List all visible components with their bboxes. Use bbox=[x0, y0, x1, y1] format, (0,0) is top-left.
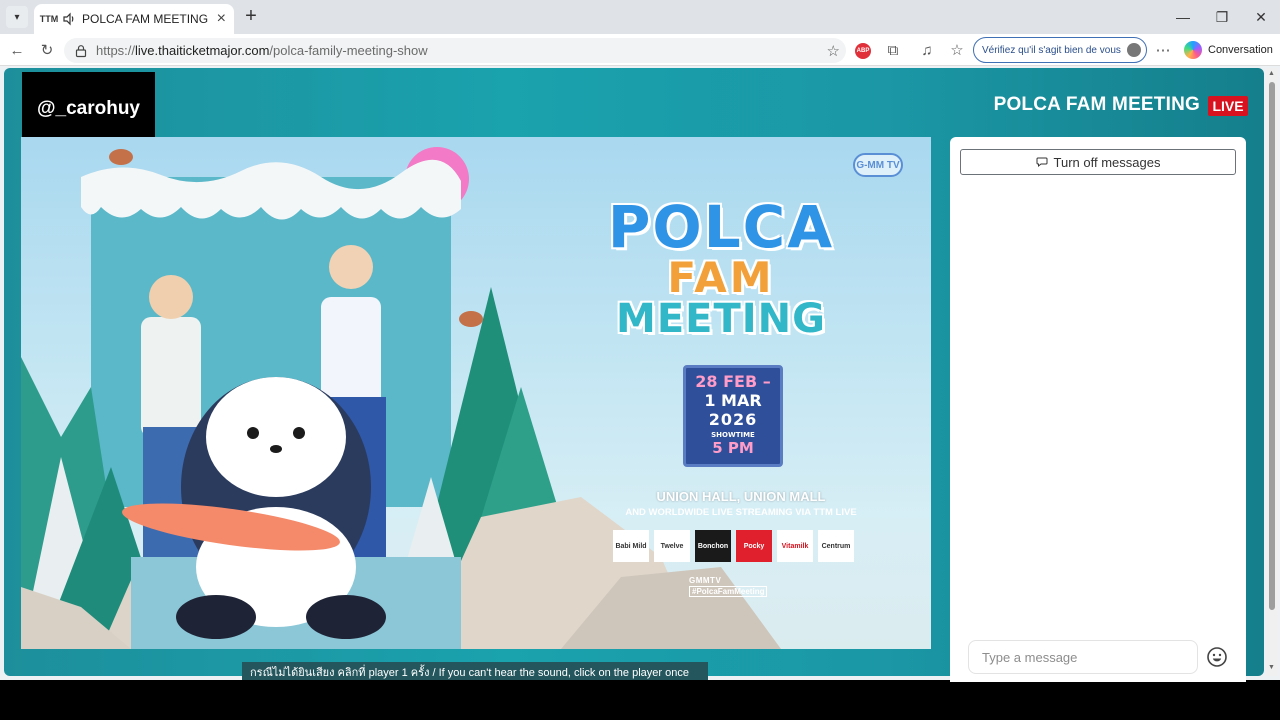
mascot-left-eye bbox=[247, 427, 259, 439]
sponsor-logos: Babi Mild Twelve Bonchon Pocky Vitamilk … bbox=[613, 530, 854, 562]
verify-label: Vérifiez qu'il s'agit bien de vous bbox=[982, 44, 1121, 56]
tab-title: POLCA FAM MEETING bbox=[82, 12, 209, 26]
bird-right bbox=[459, 311, 483, 327]
new-tab-plus-icon[interactable]: + bbox=[240, 6, 262, 28]
sound-hint-bar: กรณีไม่ได้ยินเสียง คลิกที่ player 1 ครั้… bbox=[242, 662, 708, 680]
close-window-icon[interactable]: ✕ bbox=[1242, 0, 1280, 34]
site-favicon-icon: TTM bbox=[39, 14, 59, 24]
browser-tab[interactable]: TTM POLCA FAM MEETING × bbox=[34, 4, 234, 34]
event-hashtag: #PolcaFamMeeting bbox=[689, 586, 768, 597]
browser-tab-bar: ▾ TTM POLCA FAM MEETING × + — ❐ ✕ bbox=[0, 0, 1280, 34]
scroll-down-icon[interactable]: ▼ bbox=[1268, 664, 1275, 671]
back-arrow-icon[interactable]: ← bbox=[6, 39, 28, 61]
browser-toolbar: ← ↻ https://live.thaiticketmajor.com/pol… bbox=[0, 34, 1280, 66]
date-line-3: 2026 bbox=[708, 410, 758, 429]
extensions-puzzle-icon[interactable]: ⧉ bbox=[882, 39, 904, 61]
sponsor-logo: Babi Mild bbox=[613, 530, 649, 562]
sponsor-logo: Pocky bbox=[736, 530, 772, 562]
more-options-icon[interactable]: ⋯ bbox=[1152, 39, 1174, 61]
person-right-head bbox=[329, 245, 373, 289]
url-host: live.thaiticketmajor.com bbox=[135, 43, 270, 58]
turn-off-messages-button[interactable]: Turn off messages bbox=[960, 149, 1236, 175]
user-watermark: @_carohuy bbox=[22, 72, 155, 146]
chat-panel: Turn off messages Type a message bbox=[950, 137, 1246, 682]
mascot-right-eye bbox=[293, 427, 305, 439]
sponsor-logo: Twelve bbox=[654, 530, 690, 562]
logo-line-3: MEETING bbox=[616, 296, 826, 342]
conversation-label: Conversation bbox=[1208, 44, 1273, 56]
reload-icon[interactable]: ↻ bbox=[36, 39, 58, 61]
tab-actions-chevron-icon[interactable]: ▾ bbox=[6, 6, 28, 28]
venue-text: UNION HALL, UNION MALL bbox=[656, 489, 826, 504]
profile-verify-button[interactable]: Vérifiez qu'il s'agit bien de vous bbox=[973, 37, 1147, 63]
mascot-face bbox=[206, 377, 346, 497]
emoji-icon[interactable] bbox=[1206, 646, 1228, 668]
polca-fam-meeting-logo: POLCA FAM MEETING bbox=[591, 193, 851, 342]
favorites-icon[interactable]: ☆ bbox=[946, 39, 968, 61]
showtime-value: 5 PM bbox=[712, 439, 754, 457]
live-badge: LIVE bbox=[1208, 96, 1248, 116]
url-prefix: https:// bbox=[96, 43, 136, 58]
logo-line-1: POLCA bbox=[607, 193, 835, 261]
video-player[interactable]: G-MM TV POLCA FAM MEETING 28 FEB – 1 MAR… bbox=[21, 137, 931, 649]
showtime-label: SHOWTIME bbox=[711, 431, 755, 439]
turn-off-messages-label: Turn off messages bbox=[1053, 154, 1161, 170]
person-left-jacket bbox=[141, 317, 201, 437]
page-scrollbar[interactable]: ▲ ▼ bbox=[1266, 68, 1278, 676]
scroll-up-icon[interactable]: ▲ bbox=[1268, 70, 1275, 77]
favorite-star-icon[interactable]: ☆ bbox=[827, 42, 840, 60]
mascot-left-foot bbox=[176, 595, 256, 639]
restore-window-icon[interactable]: ❐ bbox=[1203, 0, 1241, 34]
minimize-window-icon[interactable]: — bbox=[1164, 0, 1202, 34]
gmmtv-logo: G-MM TV bbox=[853, 153, 903, 177]
tab-close-icon[interactable]: × bbox=[217, 11, 226, 27]
venue-subtext: AND WORLDWIDE LIVE STREAMING VIA TTM LIV… bbox=[625, 507, 857, 518]
sponsor-logo: Vitamilk bbox=[777, 530, 813, 562]
site-info-icon[interactable] bbox=[74, 44, 88, 58]
sponsor-logo: Bonchon bbox=[695, 530, 731, 562]
chat-bubble-icon bbox=[1036, 157, 1048, 168]
person-left-head bbox=[149, 275, 193, 319]
copilot-icon bbox=[1184, 41, 1202, 59]
chat-message-input[interactable]: Type a message bbox=[968, 640, 1198, 674]
snow-cornice bbox=[81, 159, 461, 220]
scrollbar-thumb[interactable] bbox=[1269, 82, 1275, 610]
date-line-1: 28 FEB – bbox=[695, 372, 771, 391]
sponsor-logo: Centrum bbox=[818, 530, 854, 562]
social-handle: GMMTV bbox=[689, 576, 722, 585]
show-title: POLCA FAM MEETING bbox=[993, 94, 1200, 115]
mascot-right-foot bbox=[306, 595, 386, 639]
audio-playing-icon[interactable] bbox=[62, 12, 76, 26]
bird-left bbox=[109, 149, 133, 165]
copilot-conversation-button[interactable]: Conversation bbox=[1184, 39, 1276, 61]
url-path: /polca-family-meeting-show bbox=[269, 43, 428, 58]
address-bar[interactable]: https://live.thaiticketmajor.com/polca-f… bbox=[64, 38, 846, 63]
date-board: 28 FEB – 1 MAR 2026 SHOWTIME 5 PM bbox=[683, 365, 783, 467]
date-line-2: 1 MAR bbox=[704, 391, 762, 410]
mascot-nose bbox=[270, 445, 282, 453]
media-control-icon[interactable]: ♫ bbox=[916, 39, 938, 61]
adblock-extension-icon[interactable]: ABP bbox=[855, 43, 871, 59]
profile-avatar-icon bbox=[1127, 43, 1141, 57]
